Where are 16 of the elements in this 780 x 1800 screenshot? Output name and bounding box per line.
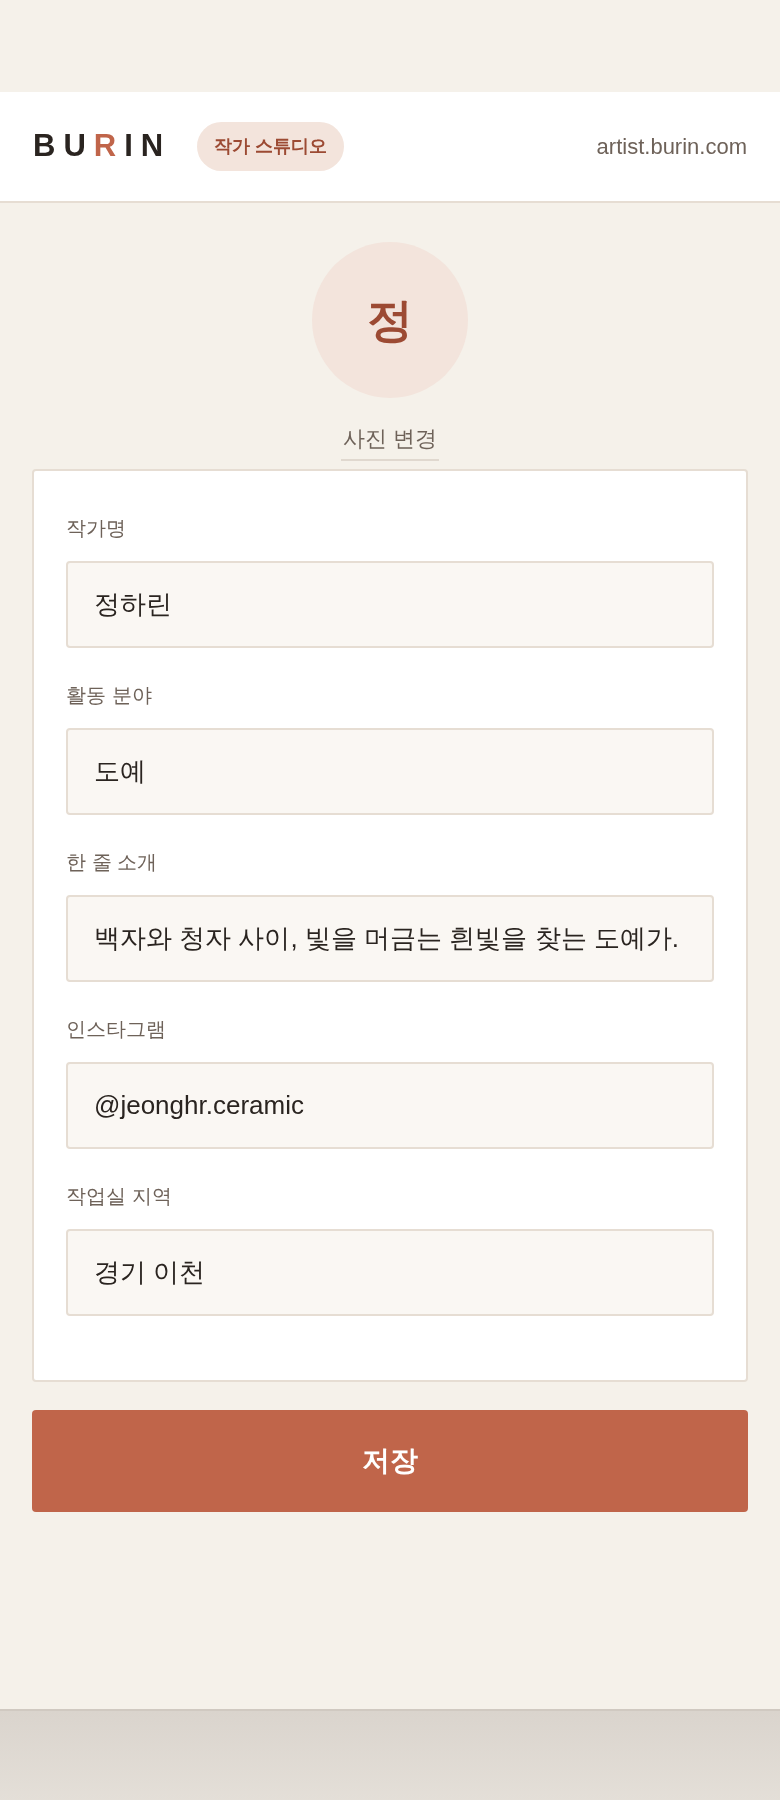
input-field[interactable]: 정하린 xyxy=(66,561,714,648)
input-field[interactable]: 도예 xyxy=(66,728,714,815)
logo[interactable]: B U R I N xyxy=(33,123,172,170)
domain-text: artist.burin.com xyxy=(596,133,747,161)
field-label: 한 줄 소개 xyxy=(66,850,159,875)
field-label: 작업실 지역 xyxy=(66,1184,173,1209)
input-field[interactable]: 백자와 청자 사이, 빛을 머금는 흰빛을 찾는 도예가. xyxy=(66,895,714,982)
input-field[interactable]: 경기 이천 xyxy=(66,1229,714,1316)
avatar: 정 xyxy=(312,242,468,398)
save-button[interactable]: 저장 xyxy=(32,1410,748,1512)
field-label: 작가명 xyxy=(66,516,127,541)
field-label: 인스타그램 xyxy=(66,1017,167,1042)
studio-label: 작가 스튜디오 xyxy=(197,122,345,171)
change-photo-link[interactable]: 사진 변경 xyxy=(340,420,440,461)
field-label: 활동 분야 xyxy=(66,683,153,708)
input-field[interactable]: @jeonghr.ceramic xyxy=(66,1062,714,1149)
